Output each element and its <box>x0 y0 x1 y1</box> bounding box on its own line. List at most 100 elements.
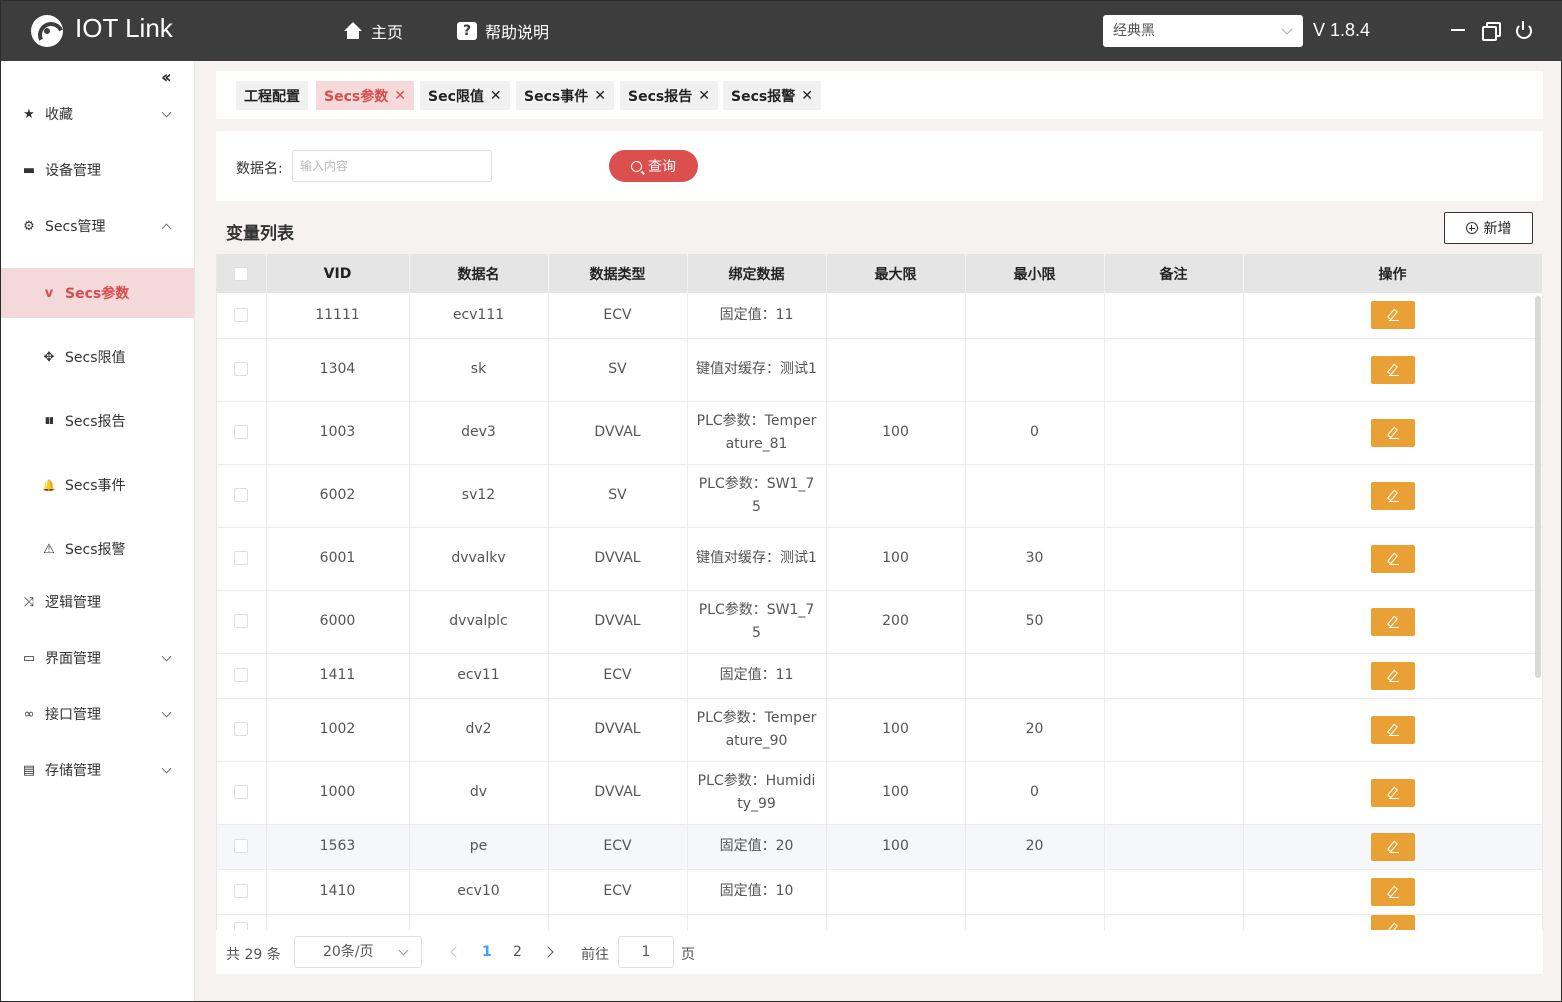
cell-vid: 1410 <box>266 869 410 915</box>
table-row: 1000 dv DVVAL PLC参数：Humidity_99 100 0 <box>217 761 1543 825</box>
cell-binding <box>687 914 827 930</box>
row-checkbox[interactable] <box>234 785 249 799</box>
edit-button[interactable] <box>1370 661 1415 690</box>
restore-icon[interactable] <box>1481 21 1501 41</box>
edit-button[interactable] <box>1370 877 1415 906</box>
edit-button[interactable] <box>1370 715 1415 744</box>
row-checkbox[interactable] <box>234 362 249 376</box>
edit-button[interactable] <box>1370 607 1415 636</box>
table-row: 1411 ecv11 ECV 固定值：11 <box>217 653 1543 699</box>
row-checkbox[interactable] <box>234 722 249 736</box>
cell-note <box>1104 914 1244 930</box>
sidebar-item-secs-management[interactable]: ⚙ Secs管理 <box>1 201 194 251</box>
sidebar-item-secs-events[interactable]: 🔔 Secs事件 <box>1 460 194 510</box>
edit-button[interactable] <box>1370 481 1415 510</box>
power-icon[interactable] <box>1515 21 1533 39</box>
row-checkbox[interactable] <box>234 307 249 322</box>
sidebar-item-ui[interactable]: ▭ 界面管理 <box>1 633 194 683</box>
edit-button[interactable] <box>1370 778 1415 807</box>
collapse-sidebar-icon[interactable]: ‹‹ <box>161 67 172 88</box>
chevron-up-icon <box>161 223 172 234</box>
edit-button[interactable] <box>1370 544 1415 573</box>
sidebar-item-label: Secs参数 <box>65 286 130 302</box>
cell-note <box>1104 527 1244 591</box>
minimize-icon[interactable] <box>1449 21 1467 39</box>
sidebar-item-favorites[interactable]: ★ 收藏 <box>1 89 194 139</box>
sidebar-item-logic[interactable]: ⤨ 逻辑管理 <box>1 577 194 627</box>
close-icon[interactable]: ✕ <box>801 88 813 104</box>
pagination: 共 29 条 20条/页 1 2 前往 页 <box>216 930 1543 974</box>
prev-page-icon[interactable] <box>450 946 462 958</box>
sidebar-item-secs-alarms[interactable]: ⚠ Secs报警 <box>1 524 194 574</box>
row-checkbox[interactable] <box>234 921 249 930</box>
next-page-icon[interactable] <box>542 946 554 958</box>
cell-actions <box>1243 338 1543 402</box>
cell-type: ECV <box>548 869 688 915</box>
table-row: 1410 ecv10 ECV 固定值：10 <box>217 869 1543 915</box>
v-icon: v <box>44 285 54 301</box>
cell-max: 100 <box>826 401 966 465</box>
cell-max <box>826 464 966 528</box>
close-icon[interactable]: ✕ <box>490 88 502 104</box>
cell-min <box>965 464 1105 528</box>
cell-min: 30 <box>965 527 1105 591</box>
nav-help-button[interactable]: ? 帮助说明 <box>457 19 549 43</box>
sidebar-item-devices[interactable]: ▬ 设备管理 <box>1 145 194 195</box>
page-number[interactable]: 2 <box>513 944 522 960</box>
nav-home-button[interactable]: 主页 <box>343 19 403 43</box>
tab-sec-limits[interactable]: Sec限值 ✕ <box>420 81 510 110</box>
chevron-down-icon <box>398 945 409 956</box>
close-icon[interactable]: ✕ <box>394 88 406 104</box>
cell-binding: PLC参数：SW1_75 <box>687 590 827 654</box>
sidebar-item-secs-reports[interactable]: ▮▮ Secs报告 <box>1 396 194 446</box>
tab-secs-params[interactable]: Secs参数 ✕ <box>316 81 414 110</box>
theme-select[interactable]: 经典黑 <box>1103 15 1303 47</box>
row-checkbox[interactable] <box>234 884 249 898</box>
row-select-cell <box>217 590 267 654</box>
table-scrollbar[interactable] <box>1535 296 1541 678</box>
row-checkbox[interactable] <box>234 614 249 628</box>
cell-actions <box>1243 464 1543 528</box>
page-size-select[interactable]: 20条/页 <box>294 936 422 968</box>
tab-secs-alarms[interactable]: Secs报警 ✕ <box>723 81 821 110</box>
row-checkbox[interactable] <box>234 551 249 565</box>
row-checkbox[interactable] <box>234 668 249 682</box>
add-button[interactable]: 新增 <box>1444 212 1533 244</box>
sidebar-item-interfaces[interactable]: ∞ 接口管理 <box>1 689 194 739</box>
goto-page-input[interactable] <box>618 936 674 968</box>
tab-secs-reports[interactable]: Secs报告 ✕ <box>620 81 718 110</box>
close-icon[interactable]: ✕ <box>698 88 710 104</box>
edit-button[interactable] <box>1370 418 1415 447</box>
column-header: 操作 <box>1243 254 1543 293</box>
edit-button[interactable] <box>1370 355 1415 384</box>
monitor-icon: ▭ <box>22 650 36 666</box>
cell-binding: 固定值：20 <box>687 824 827 870</box>
sidebar-item-storage[interactable]: ▤ 存储管理 <box>1 745 194 795</box>
tab-project-config[interactable]: 工程配置 <box>236 81 308 110</box>
page-number[interactable]: 1 <box>482 944 492 960</box>
close-icon[interactable]: ✕ <box>594 88 606 104</box>
row-checkbox[interactable] <box>234 488 249 502</box>
table-row: 1002 dv2 DVVAL PLC参数：Temperature_90 100 20 <box>217 698 1543 762</box>
row-checkbox[interactable] <box>234 425 249 439</box>
edit-button[interactable] <box>1370 915 1415 930</box>
version-label: V 1.8.4 <box>1313 20 1371 40</box>
cell-min <box>965 338 1105 402</box>
edit-button[interactable] <box>1370 301 1415 330</box>
edit-button[interactable] <box>1370 832 1415 861</box>
cell-name: ecv10 <box>409 869 549 915</box>
search-input[interactable] <box>292 150 492 182</box>
cell-min <box>965 293 1105 339</box>
cell-max: 100 <box>826 698 966 762</box>
cell-min: 20 <box>965 824 1105 870</box>
sidebar-item-secs-params[interactable]: v Secs参数 <box>1 268 194 318</box>
sidebar-item-label: 界面管理 <box>45 651 101 667</box>
select-all-checkbox[interactable] <box>234 266 249 281</box>
cell-note <box>1104 869 1244 915</box>
tab-secs-events[interactable]: Secs事件 ✕ <box>516 81 614 110</box>
cell-max: 100 <box>826 527 966 591</box>
row-checkbox[interactable] <box>234 839 249 853</box>
query-button[interactable]: 查询 <box>609 150 698 182</box>
sidebar-item-secs-limits[interactable]: ✥ Secs限值 <box>1 332 194 382</box>
cell-name: sk <box>409 338 549 402</box>
